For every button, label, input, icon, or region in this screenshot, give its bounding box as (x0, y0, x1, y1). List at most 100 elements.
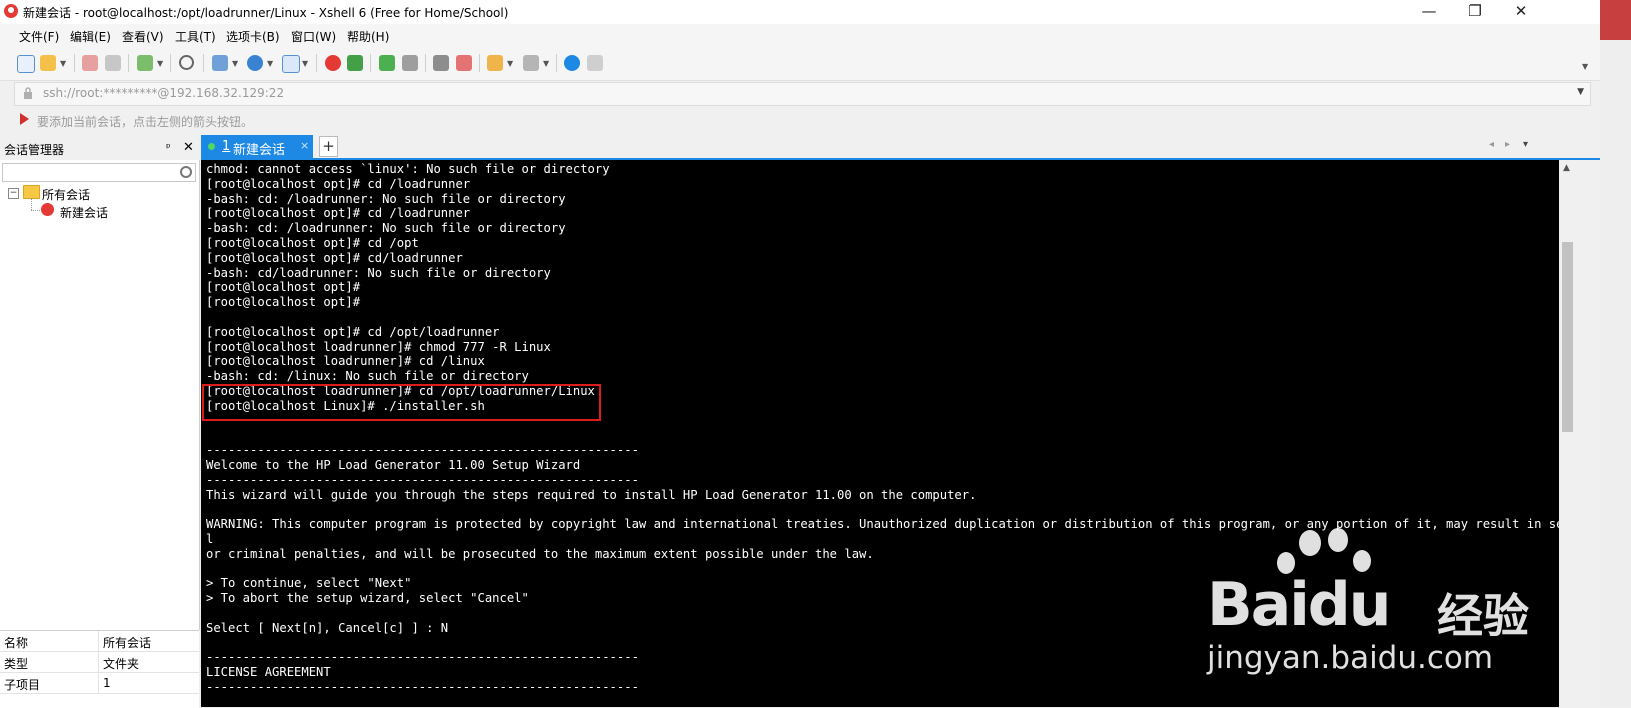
chat-icon[interactable] (587, 55, 603, 71)
new-session-icon[interactable] (17, 55, 35, 73)
watermark-cn: 经验 (1437, 589, 1529, 643)
layout-icon[interactable] (523, 55, 539, 71)
terminal-line: Welcome to the HP Load Generator 11.00 S… (206, 457, 581, 472)
copy-icon[interactable] (212, 55, 228, 71)
highlight-annotation-box (202, 384, 601, 421)
address-text[interactable]: ssh://root:*********@192.168.32.129:22 (43, 86, 284, 100)
font-dropdown-icon[interactable]: ▼ (302, 59, 308, 68)
terminal[interactable]: chmod: cannot access `linux': No such fi… (201, 160, 1559, 707)
session-manager-close-icon[interactable]: ✕ (183, 140, 194, 155)
property-value: 所有会话 (103, 636, 152, 650)
property-value: 1 (103, 676, 111, 690)
menu-tabs[interactable]: 选项卡(B) (226, 28, 280, 45)
terminal-scrollbar[interactable]: ▲ (1559, 160, 1576, 707)
tree-item-all-sessions[interactable]: 所有会话 (42, 186, 90, 203)
title-bar: 新建会话 - root@localhost:/opt/loadrunner/Li… (0, 0, 1600, 24)
tab-label: 新建会话 (233, 143, 286, 158)
compose-icon[interactable] (487, 55, 503, 71)
desktop-strip (1600, 0, 1631, 707)
scroll-up-icon[interactable]: ▲ (1563, 163, 1570, 173)
globe-dropdown-icon[interactable]: ▼ (267, 59, 273, 68)
terminal-line: [root@localhost opt]# cd /loadrunner (206, 176, 471, 191)
minimize-button[interactable]: — (1406, 0, 1452, 24)
menu-view[interactable]: 查看(V) (122, 28, 164, 45)
tab-number: 1 (222, 139, 231, 154)
menu-help[interactable]: 帮助(H) (347, 28, 389, 45)
fullscreen-icon[interactable] (379, 55, 395, 71)
compose-dropdown-icon[interactable]: ▼ (507, 59, 513, 68)
terminal-line: l (206, 531, 214, 546)
help-icon[interactable] (564, 55, 580, 71)
menu-edit[interactable]: 编辑(E) (70, 28, 111, 45)
terminal-line: [root@localhost opt]# cd /loadrunner (206, 206, 471, 221)
find-icon[interactable] (179, 55, 194, 70)
hint-text: 要添加当前会话，点击左侧的箭头按钮。 (37, 115, 254, 129)
session-manager-header: 会话管理器 ᵖ ✕ (0, 138, 199, 160)
terminal-line: ----------------------------------------… (206, 679, 639, 694)
terminal-line: [root@localhost loadrunner]# chmod 777 -… (206, 339, 551, 354)
session-manager-title: 会话管理器 (4, 143, 65, 157)
disconnect-icon[interactable] (82, 55, 98, 71)
reconnect-icon[interactable] (105, 55, 121, 71)
globe-icon[interactable] (247, 55, 263, 71)
layout-dropdown-icon[interactable]: ▼ (543, 59, 549, 68)
tab-prev-icon[interactable]: ◂ (1489, 139, 1494, 150)
property-key: 子项目 (4, 678, 41, 692)
toolbar-overflow-icon[interactable]: ▼ (1582, 62, 1588, 71)
terminal-line: This wizard will guide you through the s… (206, 487, 977, 502)
close-button[interactable]: ✕ (1498, 0, 1544, 24)
pin-icon[interactable]: ᵖ (166, 141, 171, 154)
hint-bar: 要添加当前会话，点击左侧的箭头按钮。 (0, 106, 1600, 134)
lock-icon[interactable] (402, 55, 418, 71)
session-manager-panel: − 所有会话 新建会话 (0, 160, 200, 630)
menu-window[interactable]: 窗口(W) (291, 28, 336, 45)
scrollbar-thumb[interactable] (1562, 242, 1573, 432)
copy-dropdown-icon[interactable]: ▼ (232, 59, 238, 68)
terminal-line: [root@localhost opt]# cd /opt/loadrunner (206, 324, 500, 339)
maximize-button[interactable]: ❐ (1452, 0, 1498, 24)
tab-next-icon[interactable]: ▸ (1505, 139, 1510, 150)
new-tab-dropdown-icon[interactable]: ▼ (157, 59, 163, 68)
watermark-url: jingyan.baidu.com (1207, 640, 1494, 676)
xftp-icon[interactable] (347, 55, 363, 71)
address-dropdown-icon[interactable]: ▼ (1577, 87, 1584, 97)
tree-collapse-toggle[interactable]: − (8, 188, 19, 199)
address-bar[interactable]: ssh://root:*********@192.168.32.129:22 ▼ (14, 82, 1591, 106)
property-key: 类型 (4, 657, 29, 671)
lock-icon (24, 87, 32, 99)
property-row: 子项目 1 (0, 673, 199, 694)
font-icon[interactable] (282, 55, 300, 73)
menu-tools[interactable]: 工具(T) (175, 28, 216, 45)
terminal-line: [root@localhost opt]# cd /opt (206, 235, 419, 250)
add-session-arrow-icon[interactable] (20, 113, 29, 125)
terminal-line: [root@localhost loadrunner]# cd /linux (206, 354, 485, 369)
xshell-icon[interactable] (325, 55, 341, 71)
tab-new-session[interactable]: 1 新建会话 × (201, 135, 313, 158)
property-value: 文件夹 (103, 657, 140, 671)
tab-bar: 1 新建会话 × + ◂ ▸ ▾ (201, 134, 1600, 160)
session-properties-table: 名称 所有会话 类型 文件夹 子项目 1 (0, 630, 199, 708)
property-row: 类型 文件夹 (0, 652, 199, 673)
new-tab-icon[interactable] (137, 55, 153, 71)
terminal-line: -bash: cd/loadrunner: No such file or di… (206, 265, 551, 280)
terminal-line: -bash: cd: /linux: No such file or direc… (206, 369, 529, 384)
tab-close-icon[interactable]: × (300, 139, 309, 152)
keyboard-icon[interactable] (433, 55, 449, 71)
session-search-input[interactable] (2, 163, 196, 182)
tree-item-new-session[interactable]: 新建会话 (60, 204, 108, 221)
highlight-icon[interactable] (456, 55, 472, 71)
tab-menu-icon[interactable]: ▾ (1523, 139, 1528, 150)
folder-icon (23, 185, 40, 199)
terminal-line: chmod: cannot access `linux': No such fi… (206, 162, 610, 176)
connected-status-icon (208, 143, 215, 150)
menu-file[interactable]: 文件(F) (19, 28, 59, 45)
terminal-line: [root@localhost opt]# (206, 295, 361, 310)
terminal-line: [root@localhost opt]# cd/loadrunner (206, 250, 463, 265)
add-tab-button[interactable]: + (319, 136, 338, 157)
open-folder-icon[interactable] (40, 55, 56, 71)
search-icon[interactable] (180, 166, 192, 178)
property-key: 名称 (4, 636, 29, 650)
open-dropdown-icon[interactable]: ▼ (60, 59, 66, 68)
